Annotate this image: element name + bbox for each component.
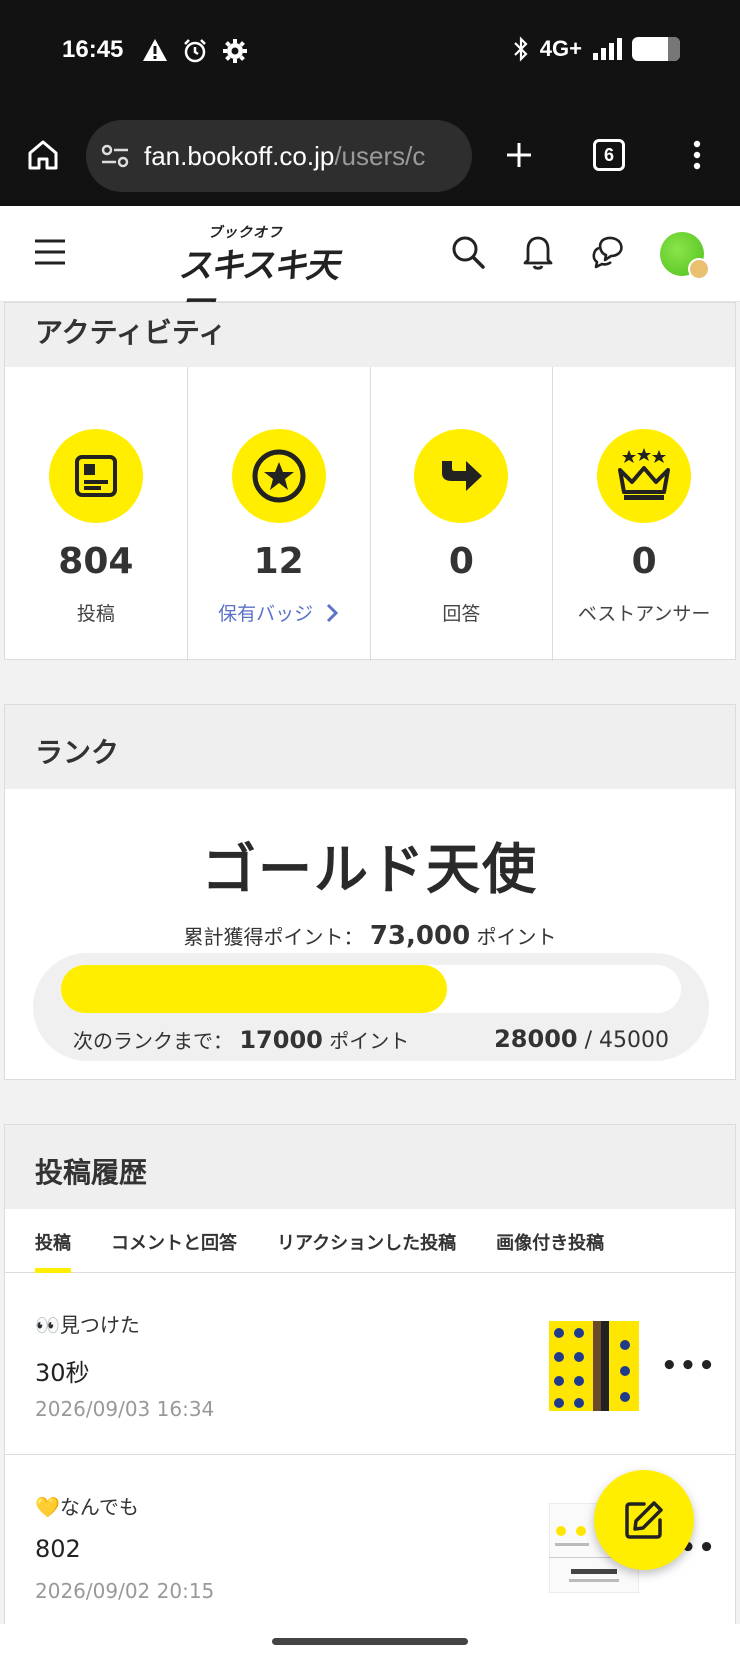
browser-toolbar: fan.bookoff.co.jp/users/c 6 (0, 110, 740, 206)
progress-fill (61, 965, 447, 1013)
post-date: 2026/09/03 16:34 (35, 1397, 215, 1421)
kebab-menu-icon (693, 140, 701, 170)
bell-icon (523, 236, 553, 270)
settings-icon (223, 39, 247, 63)
post-title: 30秒 (35, 1359, 90, 1387)
target-points: 45000 (599, 1028, 669, 1053)
hamburger-icon (35, 239, 65, 265)
rank-progress: 次のランクまで： 17000 ポイント 28000 / 45000 (33, 953, 709, 1061)
stat-value: 0 (448, 541, 474, 582)
total-points-line: 累計獲得ポイント： 73,000 ポイント (5, 921, 735, 951)
current-points: 28000 (494, 1025, 578, 1053)
new-tab-button[interactable] (494, 130, 544, 180)
system-nav-bar (0, 1624, 740, 1661)
badge-star-icon (231, 429, 326, 523)
browser-menu-button[interactable] (672, 130, 722, 180)
activity-card: アクティビティ 804 投稿 12 保有バッジ 0 回答 0 ベストアンサー (4, 302, 736, 661)
stat-value: 12 (253, 541, 304, 582)
activity-title: アクティビティ (5, 303, 735, 367)
points-unit: ポイント (476, 925, 557, 949)
list-item[interactable]: 👀見つけた 30秒 2026/09/03 16:34 ••• (5, 1273, 735, 1455)
post-category: 👀見つけた (35, 1313, 140, 1337)
site-header: ブックオフ スキスキ天国 (0, 206, 740, 335)
signal-icon (593, 38, 622, 60)
chat-bubbles-icon (592, 236, 623, 269)
url-host: fan.bookoff.co.jp (144, 140, 335, 171)
post-category: 💛なんでも (35, 1495, 139, 1519)
stat-posts[interactable]: 804 投稿 (5, 367, 188, 661)
answer-arrow-icon (414, 429, 509, 523)
tab-reacted-posts[interactable]: リアクションした投稿 (277, 1209, 456, 1272)
crown-icon (597, 429, 692, 523)
search-button[interactable] (446, 230, 490, 274)
rank-title: ランク (5, 705, 735, 789)
chevron-right-icon (327, 603, 339, 623)
history-tabs: 投稿 コメントと回答 リアクションした投稿 画像付き投稿 (5, 1209, 735, 1273)
search-icon (452, 236, 485, 269)
edit-icon (625, 1501, 663, 1539)
stat-best-answers[interactable]: 0 ベストアンサー (553, 367, 735, 661)
rank-card: ランク ゴールド天使 累計獲得ポイント： 73,000 ポイント 次のランクまで… (4, 704, 736, 1080)
stat-label: 投稿 (76, 603, 115, 625)
site-logo[interactable]: ブックオフ スキスキ天国 (178, 222, 339, 335)
status-time: 16:45 (62, 36, 124, 63)
status-bar: 16:45 4G+ (0, 0, 740, 110)
progress-track (61, 965, 681, 1013)
stat-badges[interactable]: 12 保有バッジ (188, 367, 371, 661)
progress-ratio: 28000 / 45000 (494, 1025, 669, 1053)
stat-answers[interactable]: 0 回答 (371, 367, 554, 661)
tab-count: 6 (593, 139, 625, 171)
alarm-icon (184, 39, 206, 63)
rank-name: ゴールド天使 (202, 838, 538, 901)
badges-link[interactable]: 保有バッジ (188, 599, 370, 626)
tab-posts[interactable]: 投稿 (35, 1209, 71, 1273)
activity-stats: 804 投稿 12 保有バッジ 0 回答 0 ベストアンサー (5, 367, 735, 661)
next-rank-points: 17000 (239, 1026, 323, 1054)
post-thumbnail[interactable] (549, 1321, 639, 1411)
stat-label: 保有バッジ (218, 603, 314, 625)
post-more-button[interactable]: ••• (661, 1351, 717, 1381)
total-points-label: 累計獲得ポイント： (183, 925, 364, 949)
menu-button[interactable] (28, 230, 72, 274)
url-path: /users/c (334, 140, 426, 171)
notifications-button[interactable] (516, 230, 560, 274)
url-bar[interactable]: fan.bookoff.co.jp/users/c (86, 120, 472, 192)
home-button[interactable] (18, 130, 68, 180)
tab-switcher-button[interactable]: 6 (584, 130, 634, 180)
history-title: 投稿履歴 (5, 1125, 735, 1209)
post-date: 2026/09/02 20:15 (35, 1579, 215, 1603)
total-points-value: 73,000 (369, 921, 471, 951)
tab-comments-answers[interactable]: コメントと回答 (111, 1209, 237, 1272)
next-rank-line: 次のランクまで： 17000 ポイント (73, 1025, 409, 1054)
ratio-separator: / (577, 1028, 599, 1053)
post-title: 802 (35, 1535, 81, 1563)
site-settings-icon (101, 144, 129, 168)
next-rank-label: 次のランクまで： (73, 1029, 233, 1053)
battery-icon (632, 37, 680, 61)
url-text: fan.bookoff.co.jp/users/c (144, 141, 425, 172)
warning-icon (143, 39, 167, 61)
plus-icon (507, 143, 531, 167)
rank-badge-icon (688, 258, 710, 280)
home-icon (28, 140, 58, 170)
home-indicator[interactable] (272, 1638, 468, 1645)
tab-image-posts[interactable]: 画像付き投稿 (496, 1209, 604, 1272)
stat-value: 0 (631, 541, 657, 582)
new-post-button[interactable] (594, 1470, 694, 1570)
messages-button[interactable] (586, 230, 630, 274)
stat-label: 回答 (442, 603, 481, 625)
post-icon (48, 429, 143, 523)
stat-label: ベストアンサー (577, 603, 711, 625)
bluetooth-icon (514, 36, 528, 62)
points-unit: ポイント (329, 1029, 410, 1053)
network-type: 4G+ (539, 36, 582, 61)
stat-value: 804 (58, 541, 134, 582)
